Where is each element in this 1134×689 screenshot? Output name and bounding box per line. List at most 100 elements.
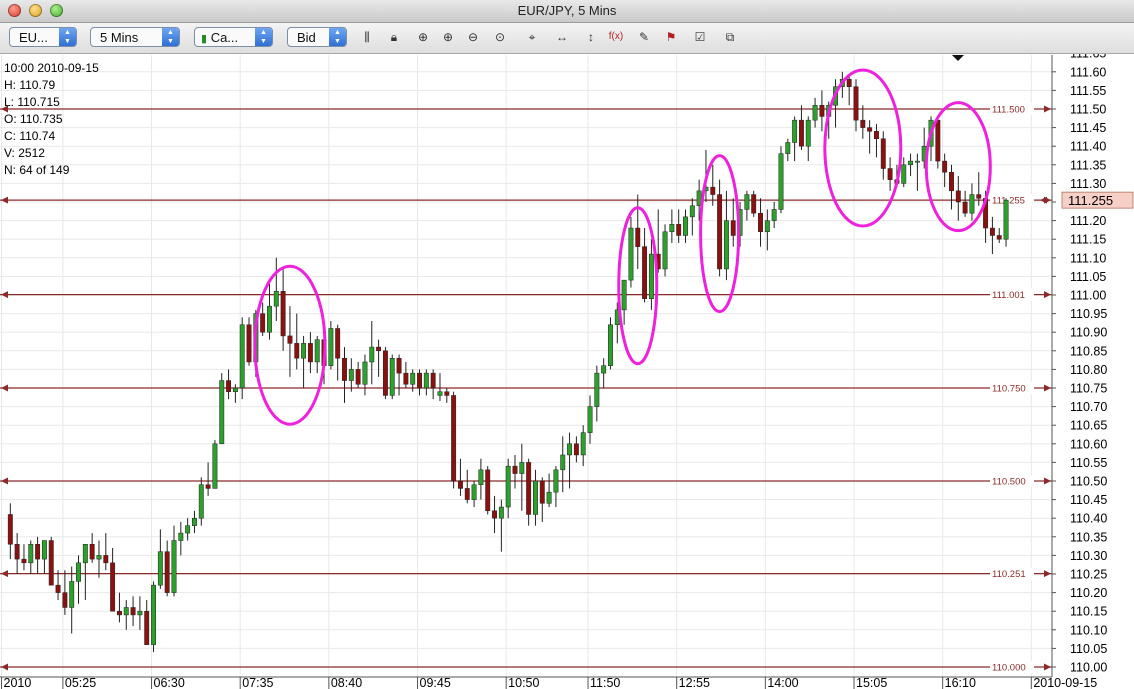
interval-select[interactable]: 5 Mins ▲ ▼ [90,27,180,47]
candle-body [949,171,954,192]
time-tick-label: 10:50 [508,676,539,689]
price-type-select-value: Bid [297,30,316,45]
zoom-in-icon[interactable]: ⊕ [438,28,458,46]
chart-style-select-value: Ca... [210,30,239,45]
properties-icon[interactable]: ☑ [690,28,710,46]
candle-body [348,369,354,381]
candle-body [764,220,770,233]
candle-body [205,484,211,489]
copy-chart-icon[interactable]: ⧉ [720,28,740,46]
price-tick-label: 110.00 [1070,661,1107,675]
level-label: 110.251 [992,569,1026,580]
drawing-tools-icon[interactable]: ✎ [634,28,654,46]
price-chart[interactable]: 111.500 111.255 111.001 110.750 110.500 110.2… [0,54,1134,689]
zoom-out-icon[interactable]: ⊖ [463,28,483,46]
crosshair-icon[interactable]: ⌖ [522,28,542,46]
candle-body [805,119,811,147]
window-title: EUR/JPY, 5 Mins [517,3,617,18]
time-tick-label: 2010-09-15 [1033,676,1097,689]
candle-body [812,105,818,121]
price-tick-label: 111.50 [1070,103,1106,117]
candle-body [28,543,34,564]
candle [198,477,204,526]
price-tick-label: 110.75 [1070,382,1107,396]
candle-body [335,328,341,359]
candle-body [608,324,613,366]
candle-body [314,339,320,363]
updown-arrows-icon: ▲ ▼ [162,28,179,46]
indicator-function-icon[interactable]: f(x) [606,28,626,46]
candle-body [212,443,218,489]
time-tick-label: 11:50 [590,676,620,689]
candle-body [151,584,156,645]
candle-body [130,607,136,616]
candle-body [82,543,88,564]
candle [778,146,784,214]
price-tick-label: 110.50 [1070,475,1107,489]
candle-body [451,395,457,482]
price-type-select[interactable]: Bid ▲ ▼ [287,27,347,47]
candle-body [355,369,361,385]
price-tick-label: 110.45 [1070,493,1107,507]
candle [212,440,218,489]
candle-body [48,540,54,586]
price-tick-label: 111.00 [1070,289,1106,303]
candle [608,317,613,370]
candle [246,317,252,366]
candle-body [955,190,961,203]
candle [935,116,941,169]
candle-body [580,432,586,456]
zoom-fit-icon[interactable]: ⊕ [413,28,433,46]
candle-body [908,160,914,166]
price-tick-label: 110.70 [1070,400,1107,414]
candle-body [457,480,463,489]
price-tick-label: 110.90 [1070,326,1107,340]
time-tick-label: 16:10 [945,676,976,689]
candle [1003,198,1009,247]
candle-body [144,610,150,645]
vertical-scale-icon[interactable]: ↕ [581,28,601,46]
candle-body [662,231,668,270]
candle-body [778,153,784,210]
candle-body [260,313,266,333]
price-tick-label: 110.15 [1070,605,1107,619]
candle-body [689,205,695,218]
price-tick-label: 110.40 [1070,512,1107,526]
zoom-reset-icon[interactable]: ⊙ [490,28,510,46]
updown-arrows-icon: ▲ ▼ [59,28,76,46]
candle-body [601,365,607,374]
price-tick-label: 111.55 [1070,84,1106,98]
candle-body [553,469,559,493]
lock-icon[interactable]: 🔒︎ [384,28,404,46]
candle-body [792,119,798,143]
candle [662,224,668,277]
candle-body [307,343,313,363]
candle-body [164,551,170,593]
candle [219,373,225,445]
candle-body [730,220,736,236]
fibonacci-icon[interactable]: ⚑ [661,28,681,46]
candle-body [942,160,948,173]
symbol-select[interactable]: EU... ▲ ▼ [9,27,77,47]
candle-body [1003,199,1009,240]
horizontal-scroll-icon[interactable]: ↔ [552,28,572,46]
candle-body [178,532,184,541]
candle-body [642,246,648,299]
candle [239,317,245,400]
plot-background [0,55,1052,677]
candle-body [7,514,13,545]
candle-body [996,235,1002,240]
candle-body [717,194,723,270]
candle-body [560,454,566,471]
candle-body [478,469,484,485]
candle-body [342,357,347,381]
candle-body [887,168,893,180]
bar-chart-icon[interactable]: ⫼ [357,28,377,46]
candle-body [376,346,382,352]
candle [151,581,156,653]
chart-style-select[interactable]: ▮ Ca... ▲ ▼ [194,27,273,47]
candle-body [41,540,47,560]
candle [48,536,54,586]
candle-body [546,491,552,504]
candle-body [430,372,436,389]
